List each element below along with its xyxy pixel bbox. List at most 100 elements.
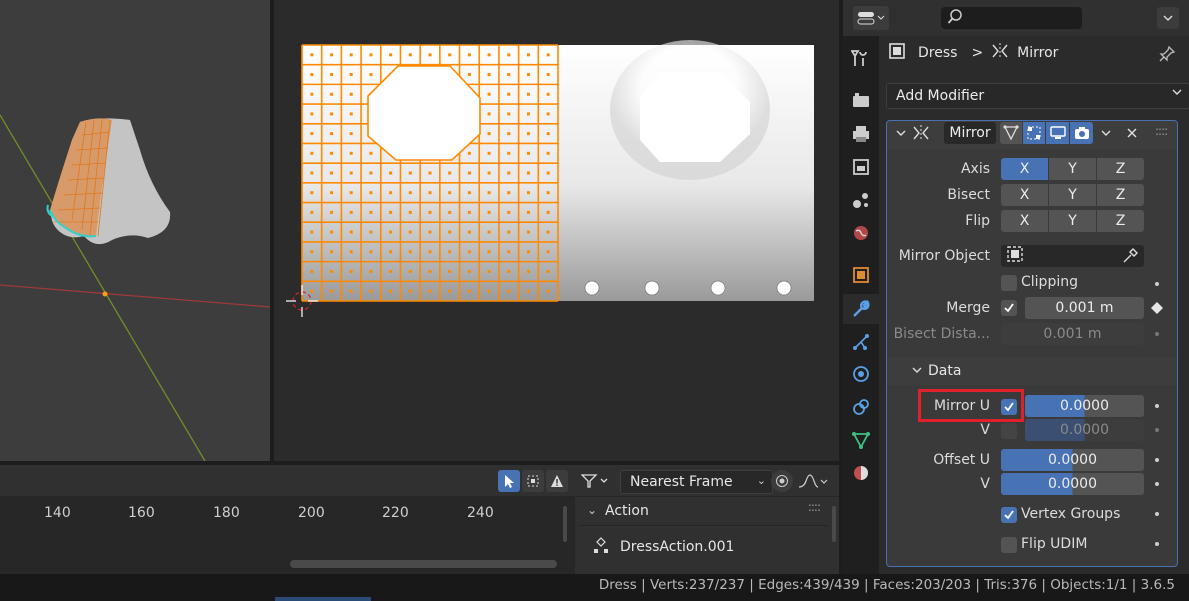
keyframe-diamond-icon[interactable] — [1151, 302, 1163, 318]
uv-editor[interactable] — [274, 0, 839, 461]
material-tab-icon[interactable] — [849, 461, 873, 485]
scene-tab-icon[interactable] — [849, 188, 873, 212]
frame-tick-label: 240 — [467, 505, 494, 521]
mirror-v-checkbox[interactable] — [1001, 423, 1017, 439]
select-tool-icon[interactable] — [498, 470, 520, 492]
3d-viewport[interactable] — [0, 0, 270, 461]
extras-chevron-down-icon[interactable] — [1100, 127, 1112, 143]
timeline-header: Nearest Frame ⌄ — [0, 465, 839, 497]
modifier-name-input[interactable]: Mirror — [944, 122, 996, 144]
close-icon[interactable] — [1126, 127, 1138, 143]
mirror-v-label: V — [980, 422, 990, 438]
mirror-u-value-slider[interactable]: 0.0000 — [1025, 395, 1144, 417]
flip-y-toggle[interactable]: Y — [1049, 210, 1096, 232]
mirror-v-value-slider[interactable]: 0.0000 — [1025, 419, 1144, 441]
vertex-groups-label: Vertex Groups — [1021, 506, 1121, 522]
data-tab-icon[interactable] — [849, 428, 873, 452]
flip-label: Flip — [965, 213, 990, 229]
sidebar-vertical-scrollbar[interactable] — [832, 506, 836, 542]
properties-header — [843, 0, 1189, 36]
constraints-tab-icon[interactable] — [849, 395, 873, 419]
options-chevron-down-icon[interactable] — [1157, 7, 1179, 29]
bisect-distance-label: Bisect Dista... — [893, 326, 990, 342]
render-tab-icon[interactable] — [849, 88, 873, 112]
axis-x-toggle[interactable]: X — [1001, 158, 1048, 180]
drag-handle-icon[interactable]: :::: — [808, 500, 821, 514]
edit-mode-toggle-icon[interactable] — [1023, 122, 1045, 144]
offset-u-slider[interactable]: 0.0000 — [1001, 449, 1144, 471]
frame-tick-label: 140 — [44, 505, 71, 521]
frame-tick-label: 160 — [128, 505, 155, 521]
flip-udim-label: Flip UDIM — [1021, 536, 1088, 552]
bisect-distance-field[interactable]: 0.001 m — [1001, 323, 1144, 345]
keyframe-dot-icon[interactable] — [1155, 458, 1159, 462]
data-collapse-chevron-icon[interactable] — [911, 364, 923, 380]
flip-z-toggle[interactable]: Z — [1097, 210, 1144, 232]
filter-icon[interactable] — [578, 470, 614, 492]
frame-tick-label: 200 — [298, 505, 325, 521]
flip-udim-checkbox[interactable] — [1001, 537, 1017, 553]
keyframe-dot-icon[interactable] — [1155, 512, 1159, 516]
offset-u-label: Offset U — [933, 452, 990, 468]
offset-v-label: V — [980, 476, 990, 492]
vertex-groups-checkbox[interactable] — [1001, 507, 1017, 523]
breadcrumb: Dress > Mirror — [888, 42, 1058, 64]
action-panel-title[interactable]: Action — [605, 503, 649, 519]
keyframe-dot-icon[interactable] — [1155, 332, 1159, 336]
drag-handle-icon[interactable]: :::: — [1155, 124, 1168, 138]
pin-icon[interactable] — [1158, 45, 1176, 67]
edit-mode-cage-icon[interactable] — [1000, 122, 1022, 144]
view-layer-tab-icon[interactable] — [849, 155, 873, 179]
viewport-scene — [0, 114, 270, 461]
keyframe-dot-icon[interactable] — [1155, 282, 1159, 286]
output-tab-icon[interactable] — [849, 122, 873, 146]
modifier-name: Mirror — [949, 125, 991, 141]
particles-tab-icon[interactable] — [849, 330, 873, 354]
warning-icon[interactable] — [546, 470, 568, 492]
proportional-edit-icon[interactable] — [771, 470, 793, 492]
bisect-x-toggle[interactable]: X — [1001, 184, 1048, 206]
offset-v-slider[interactable]: 0.0000 — [1001, 473, 1144, 495]
chevron-down-icon[interactable]: ⌄ — [587, 503, 597, 517]
flip-x-toggle[interactable]: X — [1001, 210, 1048, 232]
snap-mode-dropdown[interactable]: Nearest Frame ⌄ — [620, 470, 773, 494]
realtime-display-icon[interactable] — [1046, 122, 1069, 144]
mirror-v-value: 0.0000 — [1060, 422, 1109, 438]
axis-z-toggle[interactable]: Z — [1097, 158, 1144, 180]
mirror-object-label: Mirror Object — [898, 248, 990, 264]
bisect-z-toggle[interactable]: Z — [1097, 184, 1144, 206]
add-modifier-dropdown[interactable]: Add Modifier — [886, 83, 1189, 109]
timeline-vertical-scrollbar[interactable] — [563, 506, 567, 542]
keyframe-dot-icon[interactable] — [1155, 404, 1159, 408]
clipping-checkbox[interactable] — [1001, 275, 1017, 291]
timeline-horizontal-scrollbar[interactable] — [290, 560, 557, 568]
object-tab-icon[interactable] — [849, 263, 873, 287]
world-tab-icon[interactable] — [849, 221, 873, 245]
box-select-icon[interactable] — [522, 470, 544, 492]
bisect-y-toggle[interactable]: Y — [1049, 184, 1096, 206]
properties-search-input[interactable] — [941, 7, 1082, 29]
merge-checkbox[interactable] — [1001, 300, 1017, 316]
eyedropper-icon[interactable] — [1122, 248, 1138, 268]
action-panel: ⌄ Action :::: DressAction.001 — [578, 497, 828, 574]
keyframe-dot-icon[interactable] — [1155, 482, 1159, 486]
render-camera-icon[interactable] — [1070, 122, 1093, 144]
physics-tab-icon[interactable] — [849, 362, 873, 386]
wrench-icon[interactable] — [849, 297, 873, 321]
tool-tab-icon[interactable] — [849, 46, 873, 70]
breadcrumb-object: Dress — [918, 45, 958, 61]
frame-tick-label: 180 — [213, 505, 240, 521]
falloff-curve-icon[interactable] — [797, 470, 829, 492]
axis-label: Axis — [960, 161, 990, 177]
mirror-object-field[interactable] — [1001, 245, 1144, 267]
breadcrumb-modifier: Mirror — [1017, 45, 1059, 61]
snap-mode-label: Nearest Frame — [630, 474, 733, 490]
axis-y-toggle[interactable]: Y — [1049, 158, 1096, 180]
editor-type-icon[interactable] — [853, 6, 889, 30]
keyframe-dot-icon[interactable] — [1155, 428, 1159, 432]
action-name[interactable]: DressAction.001 — [620, 539, 734, 555]
highlight-annotation-box — [918, 389, 1024, 422]
keyframe-dot-icon[interactable] — [1155, 542, 1159, 546]
merge-distance-field[interactable]: 0.001 m — [1025, 297, 1144, 319]
collapse-chevron-icon[interactable] — [895, 127, 907, 143]
